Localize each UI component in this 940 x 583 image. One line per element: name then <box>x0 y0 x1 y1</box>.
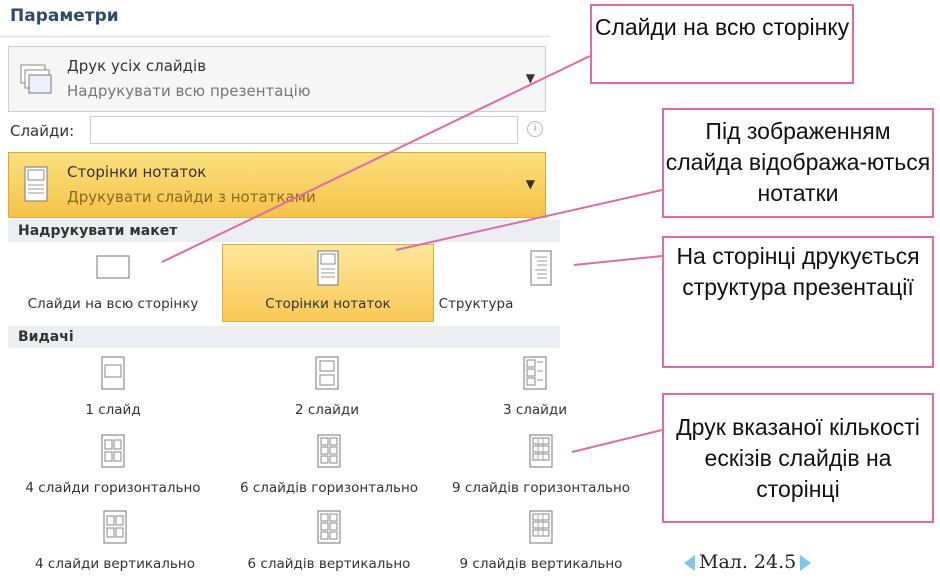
callout-line-2 <box>395 189 663 251</box>
callout-line-4 <box>571 429 663 453</box>
callout-handouts: Друк вказаної кількості ескізів слайдів … <box>662 393 934 523</box>
figure-caption-text: Мал. 24.5 <box>699 551 797 573</box>
callout-full-page: Слайди на всю сторінку <box>590 4 854 84</box>
figure-caption: Мал. 24.5 <box>684 551 812 573</box>
callout-notes: Під зображенням слайда відобража-ються н… <box>662 108 934 218</box>
caption-right-arrow-icon <box>800 555 812 571</box>
callout-line-3 <box>573 255 663 266</box>
callout-outline: На сторінці друкується структура презент… <box>662 236 934 368</box>
caption-left-arrow-icon <box>684 555 695 571</box>
callout-line-1 <box>161 55 591 263</box>
